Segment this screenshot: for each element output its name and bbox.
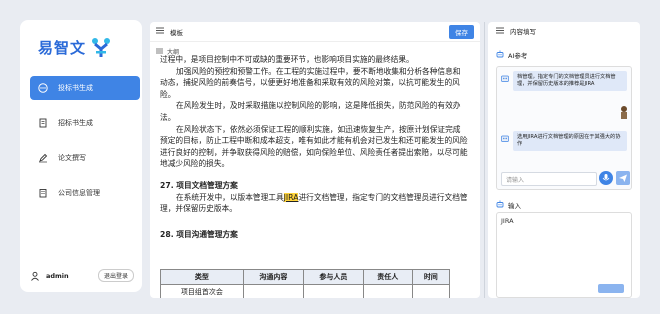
user-avatar-icon <box>619 105 629 119</box>
submit-button[interactable] <box>598 284 624 293</box>
paragraph: 在风险状态下，依然必须保证工程的顺利实施，如迅速恢复生产，按原计划保证完成预定的… <box>160 124 468 169</box>
editor-title: 模板 <box>170 28 183 37</box>
user-panel: admin 退出登录 <box>30 269 134 282</box>
table-header-cell: 责任人 <box>362 269 413 285</box>
table-row: 项目组首次会 <box>160 284 451 298</box>
robot-icon <box>496 200 504 210</box>
ai-reference-title: AI参考 <box>496 50 527 60</box>
panel-resize-handle[interactable] <box>482 22 487 298</box>
sidebar-item-company-info[interactable]: 公司信息管理 <box>30 181 140 205</box>
app-logo: 易智文 <box>38 36 112 58</box>
sidebar-item-label: 投标书生成 <box>58 84 93 92</box>
highlighted-term[interactable]: JIRA <box>283 192 299 202</box>
menu-icon[interactable] <box>156 27 164 36</box>
input-section-label: 输入 <box>508 202 521 210</box>
sidebar-item-label: 招标书生成 <box>58 119 93 127</box>
paragraph: 加强风险的预控和预警工作。在工程的实施过程中，要不断地收集和分析各种信息和动态，… <box>160 66 461 99</box>
table-cell[interactable] <box>302 284 364 298</box>
bot-avatar-icon <box>500 73 510 83</box>
paragraph-text: 在系统开发中，以版本管理工具 <box>176 192 284 202</box>
chat-input[interactable]: 请输入 <box>501 172 597 186</box>
table-header-cell: 沟通内容 <box>242 269 304 285</box>
paragraph: 过程中，是项目控制中不可或缺的重要环节，也影响项目实施的最终结果。 <box>160 55 414 64</box>
building-icon <box>38 188 48 198</box>
table-cell[interactable]: 项目组首次会 <box>160 284 244 298</box>
sidebar-item-tender-generation[interactable]: 招标书生成 <box>30 111 140 135</box>
chat-dots-icon <box>38 83 48 93</box>
table-header-cell: 时间 <box>411 269 451 285</box>
section-heading: 27. 项目文档管理方案 <box>160 180 238 190</box>
user-name: admin <box>46 271 69 280</box>
bot-avatar-icon <box>500 133 510 143</box>
sidebar-item-label: 论文撰写 <box>58 154 86 162</box>
chat-window: 档管理，指定专门的文档管理员进行文档管理，并保留历史版本的推荐是JIRA 为什么… <box>496 66 632 190</box>
pen-icon <box>38 153 48 163</box>
user-icon <box>30 271 40 281</box>
editor-header: 模板 保存 <box>150 22 480 42</box>
logo-mark-icon <box>90 36 112 58</box>
menu-icon[interactable] <box>496 27 504 36</box>
send-button[interactable] <box>616 171 630 185</box>
editor-panel: 模板 保存 大纲 过程中，是项目控制中不可或缺的重要环节，也影响项目实施的最终结… <box>150 22 480 298</box>
save-button[interactable]: 保存 <box>449 24 474 39</box>
input-section-title: 输入 <box>496 200 521 210</box>
sidebar: 易智文 投标书生成 招标书生成 论文撰写 公司信息管理 admin 退出登录 <box>20 20 142 292</box>
robot-icon <box>496 50 504 60</box>
right-panel-header: 内容填写 <box>488 22 640 40</box>
table-cell[interactable] <box>411 284 451 298</box>
table-header-cell: 参与人员 <box>302 269 364 285</box>
right-panel-title: 内容填写 <box>510 28 536 36</box>
chat-message-bot: 档管理，指定专门的文档管理员进行文档管理，并保留历史版本的推荐是JIRA <box>513 71 627 91</box>
table-header-cell: 类型 <box>160 269 244 285</box>
sidebar-nav: 投标书生成 招标书生成 论文撰写 公司信息管理 <box>30 76 140 216</box>
table-cell[interactable] <box>242 284 304 298</box>
ai-reference-label: AI参考 <box>508 52 528 60</box>
section-heading: 28. 项目沟通管理方案 <box>160 229 238 239</box>
communication-table: 类型 沟通内容 参与人员 责任人 时间 项目组首次会 <box>160 269 451 298</box>
sidebar-item-paper-writing[interactable]: 论文撰写 <box>30 146 140 170</box>
sidebar-item-label: 公司信息管理 <box>58 189 100 197</box>
logo-text: 易智文 <box>38 38 87 57</box>
logout-button[interactable]: 退出登录 <box>97 269 134 282</box>
paragraph: 在系统开发中，以版本管理工具JIRA进行文档管理，指定专门的文档管理员进行文档管… <box>160 192 468 215</box>
chat-message-bot: 选用JIRA进行文档管理的原因在于其强大的协作 <box>513 131 627 151</box>
table-header-row: 类型 沟通内容 参与人员 责任人 时间 <box>160 269 451 285</box>
paragraph: 在风险发生时，及时采取措施以控制风险的影响，这是降低损失，防范风险的有效办法。 <box>160 101 461 122</box>
table-cell[interactable] <box>362 284 413 298</box>
voice-button[interactable] <box>599 171 613 185</box>
document-content[interactable]: 过程中，是项目控制中不可或缺的重要环节，也影响项目实施的最终结果。 加强风险的预… <box>160 54 468 240</box>
content-fill-panel: 内容填写 AI参考 档管理，指定专门的文档管理员进行文档管理，并保留历史版本的推… <box>488 22 640 298</box>
sidebar-item-bid-generation[interactable]: 投标书生成 <box>30 76 140 100</box>
document-icon <box>38 118 48 128</box>
divider-line <box>484 22 485 298</box>
